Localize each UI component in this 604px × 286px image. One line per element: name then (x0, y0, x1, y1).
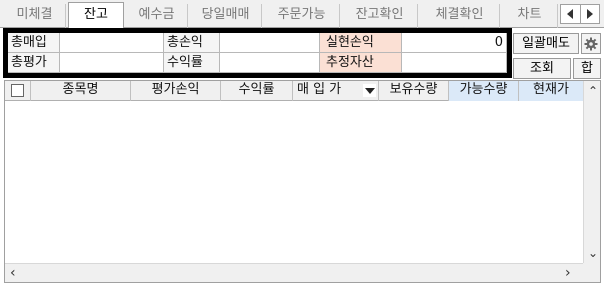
bulk-sell-button[interactable]: 일괄매도 (513, 33, 579, 54)
buy-price-dropdown-icon[interactable] (363, 84, 376, 97)
return-rate-label: 수익률 (164, 53, 220, 73)
holdings-grid: 종목명 평가손익 수익률 매 입 가 보유수량 가능수량 현재가 ⌃ ⌄ ‹ › (4, 80, 601, 283)
scroll-down-icon[interactable]: ⌄ (588, 247, 598, 259)
scroll-left-icon[interactable]: ‹ (10, 266, 16, 280)
realized-pnl-value: 0 (402, 33, 507, 53)
scroll-right-icon[interactable]: › (565, 266, 571, 280)
realized-pnl-label: 실현손익 (320, 33, 402, 53)
total-buy-value (60, 33, 164, 53)
col-buy-price[interactable]: 매 입 가 (293, 81, 379, 101)
select-all-checkbox[interactable] (11, 84, 24, 97)
tab-daily-trades[interactable]: 당일매매 (190, 4, 262, 28)
account-summary-panel: 총매입 총손익 실현손익 0 총평가 수익률 추정자산 (3, 28, 512, 78)
col-buy-price-label: 매 입 가 (297, 82, 342, 97)
tab-scroll-left-icon[interactable] (561, 5, 580, 23)
tab-scroll-arrows (560, 4, 600, 24)
grid-header: 종목명 평가손익 수익률 매 입 가 보유수량 가능수량 현재가 (5, 81, 584, 101)
tab-balance-check[interactable]: 잔고확인 (342, 4, 418, 28)
sum-button[interactable]: 합 (573, 58, 601, 79)
col-holding-qty[interactable]: 보유수량 (379, 81, 449, 101)
tab-unfilled[interactable]: 미체결 (4, 4, 66, 28)
select-all-cell (5, 81, 31, 101)
tab-deposit[interactable]: 예수금 (126, 4, 188, 28)
tab-balance[interactable]: 잔고 (68, 2, 124, 29)
scroll-up-icon[interactable]: ⌃ (588, 85, 598, 97)
tab-bar: 미체결 잔고 예수금 당일매매 주문가능 잔고확인 체결확인 차트 (0, 0, 604, 29)
total-eval-value (60, 53, 164, 73)
col-available-qty[interactable]: 가능수량 (449, 81, 519, 101)
total-eval-label: 총평가 (8, 53, 60, 73)
col-current-price[interactable]: 현재가 (519, 81, 584, 101)
settings-gear-icon[interactable] (581, 33, 601, 54)
return-rate-value (220, 53, 320, 73)
tab-scroll-right-icon[interactable] (579, 5, 600, 23)
horizontal-scrollbar[interactable]: ‹ › (5, 263, 584, 282)
estimated-assets-label: 추정자산 (320, 53, 402, 73)
tab-execution-check[interactable]: 체결확인 (420, 4, 500, 28)
estimated-assets-value (402, 53, 507, 73)
tab-chart[interactable]: 차트 (502, 4, 558, 28)
tab-orderable[interactable]: 주문가능 (264, 4, 340, 28)
col-stock-name[interactable]: 종목명 (31, 81, 131, 101)
query-button[interactable]: 조회 (513, 58, 571, 79)
scrollbar-corner (583, 263, 600, 282)
total-pnl-label: 총손익 (164, 33, 220, 53)
col-return-rate[interactable]: 수익률 (221, 81, 293, 101)
vertical-scrollbar[interactable]: ⌃ ⌄ (583, 81, 600, 264)
total-buy-label: 총매입 (8, 33, 60, 53)
col-eval-pnl[interactable]: 평가손익 (131, 81, 221, 101)
total-pnl-value (220, 33, 320, 53)
